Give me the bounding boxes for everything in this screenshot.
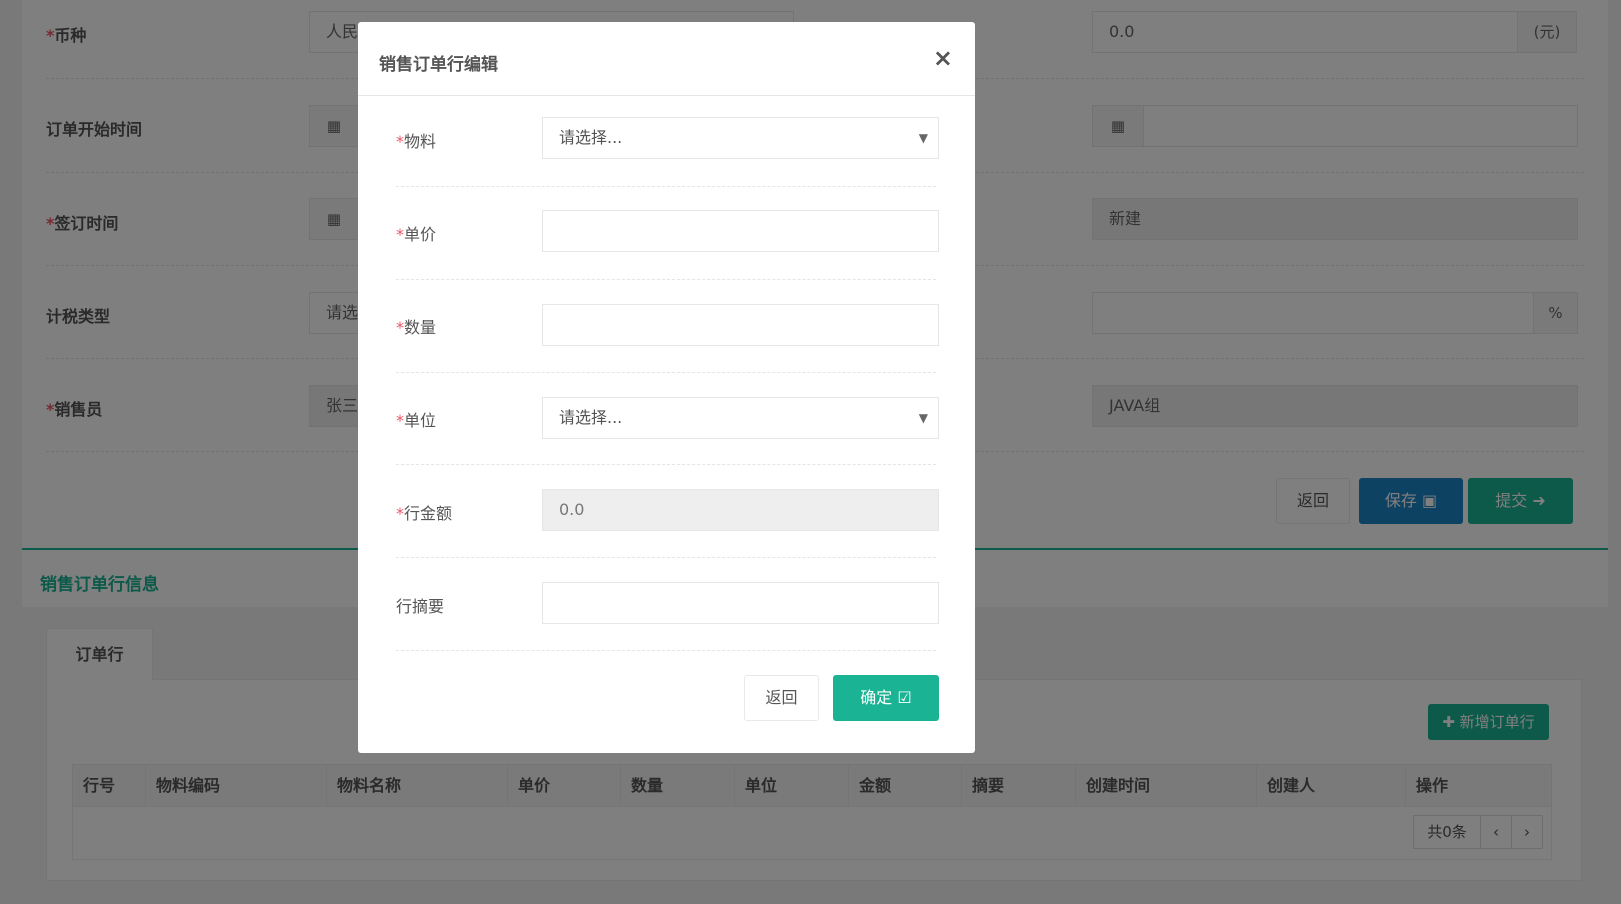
modal-row-divider: [396, 557, 936, 558]
close-icon[interactable]: ×: [933, 44, 953, 72]
line-amount-field: 0.0: [542, 489, 939, 531]
unit-label: *单位: [396, 411, 437, 430]
confirm-button[interactable]: 确定 ☑: [833, 675, 939, 721]
line-summary-label: 行摘要: [396, 597, 445, 616]
order-line-edit-modal: 销售订单行编辑 × *物料 请选择... ▼ *单价 *数量 *单位 请选择...…: [358, 22, 975, 753]
modal-row-divider: [396, 279, 936, 280]
modal-header: 销售订单行编辑 ×: [358, 22, 975, 96]
modal-back-button[interactable]: 返回: [744, 675, 819, 721]
line-summary-input[interactable]: [542, 582, 939, 624]
quantity-label: *数量: [396, 318, 437, 337]
modal-row-divider: [396, 372, 936, 373]
chevron-down-icon: ▼: [918, 131, 928, 145]
price-input[interactable]: [542, 210, 939, 252]
unit-select[interactable]: 请选择... ▼: [542, 397, 939, 439]
modal-title: 销售订单行编辑: [379, 55, 498, 75]
material-label: *物料: [396, 132, 437, 151]
chevron-down-icon: ▼: [918, 411, 928, 425]
line-amount-label: *行金额: [396, 504, 453, 523]
material-select[interactable]: 请选择... ▼: [542, 117, 939, 159]
modal-row-divider: [396, 464, 936, 465]
quantity-input[interactable]: [542, 304, 939, 346]
price-label: *单价: [396, 225, 437, 244]
modal-row-divider: [396, 186, 936, 187]
modal-row-divider: [396, 650, 936, 651]
check-square-icon: ☑: [897, 688, 912, 707]
